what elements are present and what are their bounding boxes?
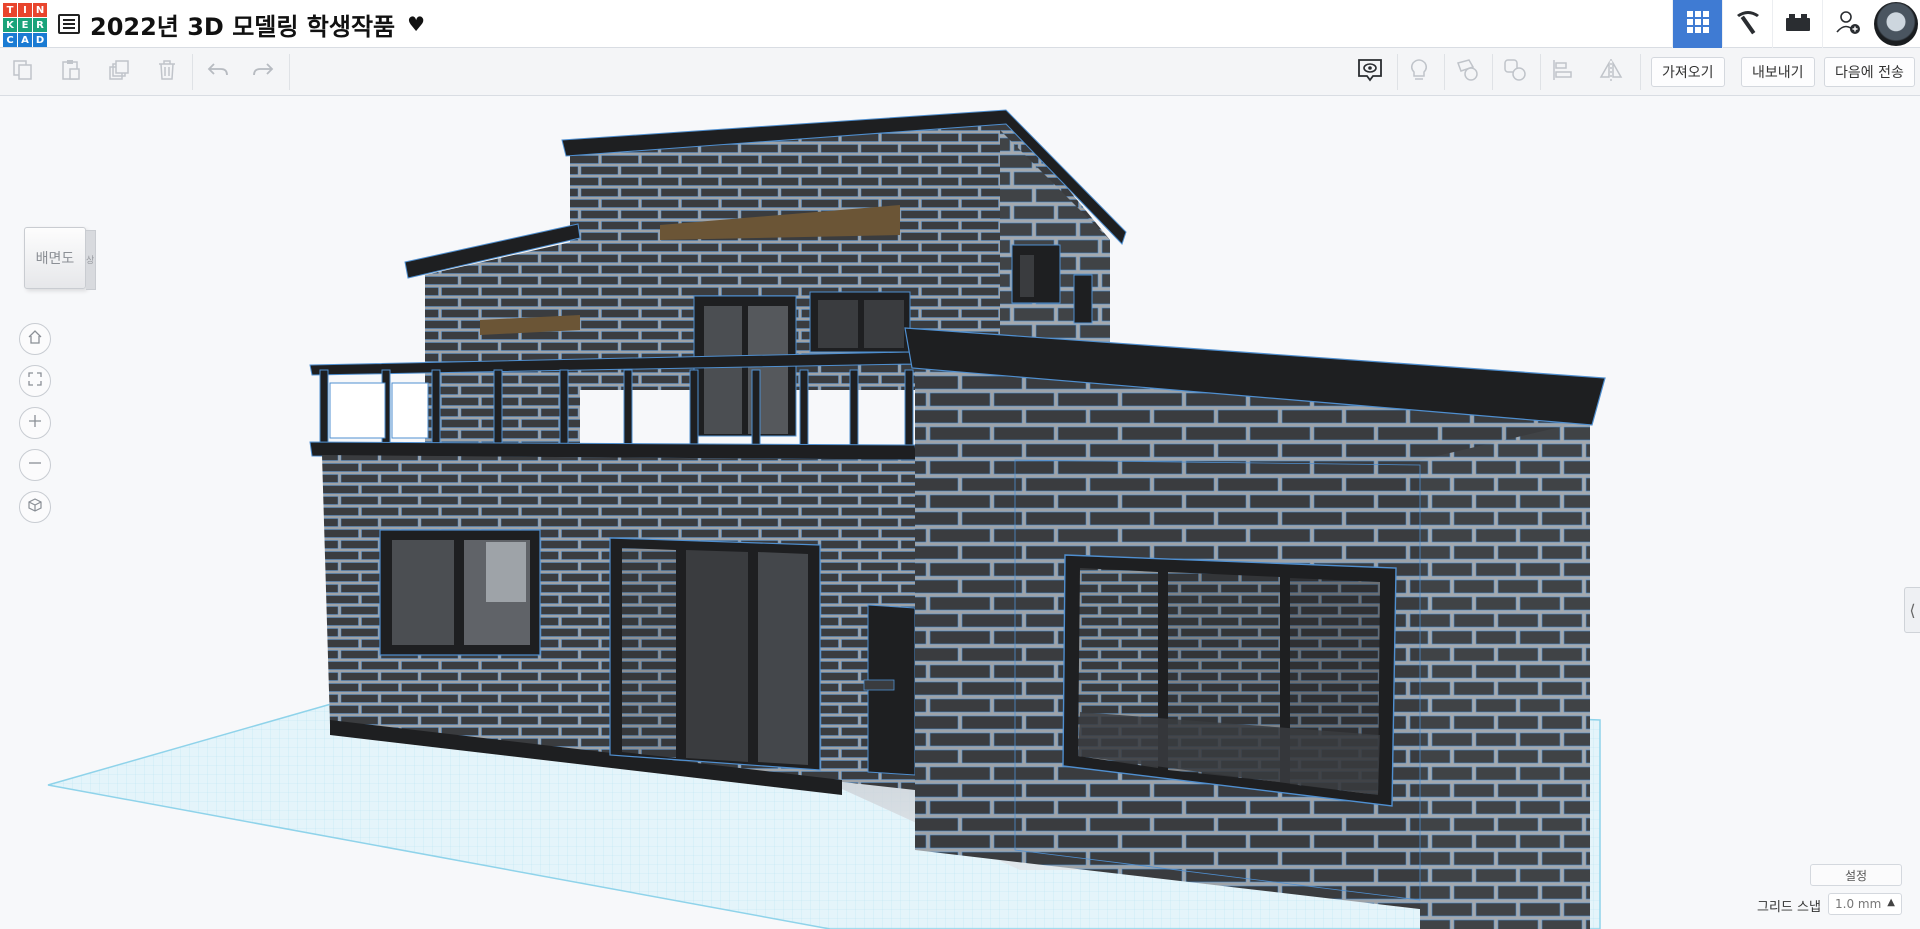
mirror-button[interactable] [1596,57,1626,87]
import-button[interactable]: 가져오기 [1651,57,1725,87]
logo-letter: K [3,18,17,32]
grid-snap-label: 그리드 스냅 [1757,900,1821,915]
toolbar-divider [1540,54,1541,90]
railing-post [849,369,859,446]
header-actions [1672,0,1920,48]
duplicate-icon [107,58,131,86]
delete-button[interactable] [152,57,182,87]
railing-post [623,369,633,446]
logo-letter: D [33,33,47,47]
logo-letter: I [18,3,32,17]
railing-post [751,369,761,446]
view-cube[interactable]: 배면도 상면도 [24,227,96,297]
logo-letter: N [33,3,47,17]
notes-button[interactable] [1355,57,1385,87]
workplane-button[interactable] [1453,57,1483,87]
zoom-out-button[interactable] [19,449,51,481]
project-list-icon[interactable] [58,14,80,34]
zoom-in-icon [27,413,43,433]
toolbar-divider [289,54,290,90]
right-front-block [904,327,1606,929]
perspective-icon [27,497,43,517]
home-view-icon [27,329,43,349]
railing-post [319,369,329,446]
tinkercad-window: TIN KER CAD 2022년 3D 모델링 학생작품 ♥ 가져오기 내보내기 … [0,0,1920,929]
grid-view-icon [1685,9,1711,39]
blocks-mode-button[interactable] [1722,0,1772,48]
add-user-icon [1833,7,1863,41]
edit-toolbar: 가져오기 내보내기 다음에 전송 [0,48,1920,96]
project-title[interactable]: 2022년 3D 모델링 학생작품 [90,7,395,42]
left-upper-wing [404,223,581,450]
send-to-button[interactable]: 다음에 전송 [1824,57,1915,87]
railing-post [493,369,503,446]
title-heart: ♥ [407,12,426,36]
railing-post [904,369,914,446]
top-header: TIN KER CAD 2022년 3D 모델링 학생작품 ♥ [0,0,1920,48]
perspective-button[interactable] [19,491,51,523]
shapes-panel-toggle[interactable]: ⟨ [1904,587,1920,633]
zoom-out-icon [27,455,43,475]
invite-button[interactable] [1822,0,1872,48]
hint-button[interactable] [1404,57,1434,87]
ruler-icon [1502,57,1528,87]
project-title-bar: 2022년 3D 모델링 학생작품 ♥ [58,7,426,42]
logo-letter: T [3,3,17,17]
railing-post [799,369,809,446]
railing-post [689,369,699,446]
ruler-button[interactable] [1500,57,1530,87]
viewcube-side-face[interactable]: 상면도 [86,230,96,290]
workplane-icon [1455,57,1481,87]
grid-snap-value: 1.0 mm [1835,897,1882,911]
delete-icon [155,58,179,86]
3d-viewport[interactable]: 배면도 상면도 ⟨ [0,97,1920,929]
toolbar-divider [192,54,193,90]
align-button[interactable] [1548,57,1578,87]
logo-letter: A [18,33,32,47]
caret-up-icon: ▲ [1887,897,1895,908]
toolbar-divider [1640,54,1641,90]
railing-post [431,369,441,446]
bricks-icon [1783,10,1813,38]
redo-icon [251,58,275,86]
zoom-in-button[interactable] [19,407,51,439]
logo-letter: R [33,18,47,32]
bricks-mode-button[interactable] [1772,0,1822,48]
railing-opening [391,382,429,439]
logo-letter: C [3,33,17,47]
home-view-button[interactable] [19,323,51,355]
fit-all-icon [27,371,43,391]
duplicate-button[interactable] [104,57,134,87]
toolbar-divider [1397,54,1398,90]
mirror-icon [1598,57,1624,87]
railing-post [559,369,569,446]
paste-button[interactable] [56,57,86,87]
undo-icon [206,58,230,86]
copy-icon [11,58,35,86]
fit-all-button[interactable] [19,365,51,397]
logo-letter: E [18,18,32,32]
view-navigation [19,323,51,523]
copy-button[interactable] [8,57,38,87]
paste-icon [59,58,83,86]
railing-opening [329,382,386,439]
left-ground-floor [322,455,916,795]
notes-icon [1356,56,1384,88]
undo-button[interactable] [203,57,233,87]
lightbulb-icon [1407,57,1431,87]
user-avatar[interactable] [1874,2,1918,46]
viewcube-front-face[interactable]: 배면도 [24,227,86,289]
toolbar-divider [1444,54,1445,90]
tinkercad-logo[interactable]: TIN KER CAD [0,0,48,48]
pickaxe-icon [1733,7,1763,41]
grid-view-button[interactable] [1672,0,1722,48]
chevron-left-icon: ⟨ [1909,600,1916,620]
settings-button[interactable]: 설정 [1810,864,1902,886]
export-button[interactable]: 내보내기 [1741,57,1815,87]
house-model-scene[interactable] [0,97,1920,929]
align-icon [1551,58,1575,86]
redo-button[interactable] [248,57,278,87]
toolbar-divider [1492,54,1493,90]
grid-snap-select[interactable]: 1.0 mm ▲ [1828,893,1902,915]
